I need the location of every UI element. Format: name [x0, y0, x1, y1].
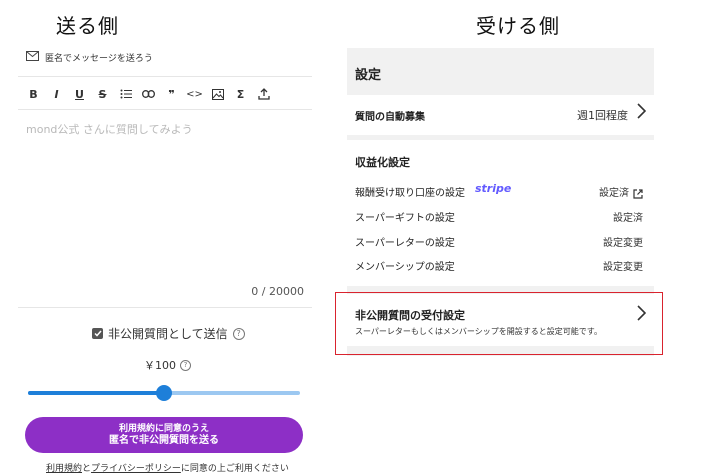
terms-notice: 利用規約とプライバシーポリシーに同意の上ご利用ください — [46, 461, 289, 474]
highlight-box — [335, 292, 663, 355]
quote-button[interactable]: ❞ — [162, 86, 181, 102]
underline-button[interactable]: U — [70, 86, 89, 102]
anonymous-message-label: 匿名でメッセージを送ろう — [45, 54, 153, 64]
bullet-list-button[interactable] — [116, 86, 135, 102]
privacy-policy-link[interactable]: プライバシーポリシー — [91, 464, 181, 474]
membership-value: 設定変更 — [603, 262, 643, 273]
receiver-heading: 受ける側 — [476, 14, 560, 38]
character-counter: 0 / 20000 — [251, 285, 304, 298]
private-question-option: 非公開質問として送信 ? — [92, 325, 245, 342]
anonymous-message-row: 匿名でメッセージを送ろう — [26, 51, 153, 64]
price-value: ￥100 — [144, 359, 176, 372]
submit-line-1: 利用規約に同意のうえ — [118, 424, 209, 434]
upload-icon — [257, 88, 270, 100]
price-row: ￥100 ? — [144, 357, 191, 373]
sender-heading: 送る側 — [56, 14, 119, 38]
price-help-icon[interactable]: ? — [180, 359, 191, 371]
math-button[interactable]: Σ — [231, 86, 250, 102]
monetization-title: 収益化設定 — [355, 156, 410, 169]
super-gift-value: 設定済 — [613, 213, 643, 224]
super-gift-row[interactable]: スーパーギフトの設定 設定済 — [355, 208, 646, 224]
price-slider[interactable] — [28, 385, 300, 401]
link-icon — [142, 90, 155, 98]
bold-button[interactable]: B — [24, 86, 43, 102]
terms-and: と — [82, 464, 92, 474]
auto-question-row[interactable]: 質問の自動募集 週1回程度 — [347, 95, 654, 135]
private-question-label: 非公開質問として送信 — [108, 327, 228, 341]
editor-toolbar: B I U S ❞ <> Σ — [24, 86, 273, 102]
payout-account-label: 報酬受け取り口座の設定 — [355, 188, 465, 199]
super-letter-label: スーパーレターの設定 — [355, 238, 455, 249]
payout-account-value: 設定済 — [599, 188, 629, 199]
strikethrough-button[interactable]: S — [93, 86, 112, 102]
membership-label: メンバーシップの設定 — [355, 262, 455, 273]
chevron-right-icon — [637, 103, 647, 123]
code-button[interactable]: <> — [185, 86, 204, 102]
image-button[interactable] — [208, 86, 227, 102]
super-gift-label: スーパーギフトの設定 — [355, 213, 455, 224]
divider-toolbar — [18, 109, 312, 110]
submit-private-question-button[interactable]: 利用規約に同意のうえ 匿名で非公開質問を送る — [25, 417, 303, 453]
settings-title: 設定 — [355, 68, 382, 83]
slider-thumb[interactable] — [156, 385, 172, 401]
super-letter-row[interactable]: スーパーレターの設定 設定変更 — [355, 233, 646, 249]
slider-fill — [28, 391, 164, 395]
payout-account-row[interactable]: 報酬受け取り口座の設定 stripe 設定済 — [355, 182, 646, 199]
stripe-logo: stripe — [475, 182, 512, 195]
private-question-checkbox[interactable] — [92, 328, 103, 339]
list-icon — [120, 89, 132, 99]
italic-button[interactable]: I — [47, 86, 66, 102]
help-icon[interactable]: ? — [232, 327, 245, 340]
external-link-icon — [633, 184, 643, 203]
auto-question-value: 週1回程度 — [577, 109, 628, 122]
membership-row[interactable]: メンバーシップの設定 設定変更 — [355, 257, 646, 273]
auto-question-label: 質問の自動募集 — [355, 112, 425, 123]
divider-bottom — [18, 307, 312, 308]
divider-top — [18, 76, 312, 77]
submit-line-2: 匿名で非公開質問を送る — [109, 435, 219, 446]
terms-of-use-link[interactable]: 利用規約 — [46, 464, 82, 474]
monetization-section: 収益化設定 報酬受け取り口座の設定 stripe 設定済 スーパーギフトの設定 … — [347, 140, 654, 286]
super-letter-value: 設定変更 — [603, 238, 643, 249]
terms-tail: に同意の上ご利用ください — [180, 464, 289, 474]
image-icon — [211, 88, 224, 100]
upload-button[interactable] — [254, 86, 273, 102]
link-button[interactable] — [139, 86, 158, 102]
mail-icon — [26, 51, 39, 64]
question-textarea[interactable]: mond公式 さんに質問してみよう — [26, 121, 193, 137]
